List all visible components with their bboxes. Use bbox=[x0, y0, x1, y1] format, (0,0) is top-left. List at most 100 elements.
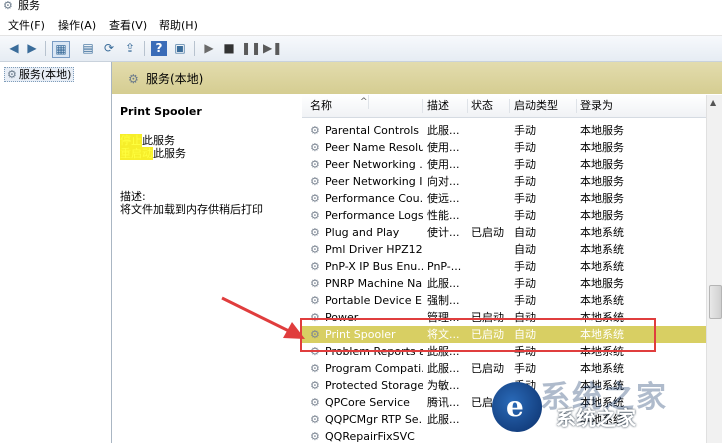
service-description-cell: 使计... bbox=[427, 226, 460, 239]
sort-ascending-icon: ^ bbox=[360, 95, 369, 109]
gear-icon: ⚙ bbox=[310, 396, 320, 409]
gear-icon: ⚙ bbox=[310, 209, 320, 222]
restart-icon[interactable]: ▶❚ bbox=[263, 41, 282, 56]
menu-action[interactable]: 操作(A) bbox=[58, 19, 96, 33]
refresh-icon[interactable]: ⟳ bbox=[101, 41, 117, 56]
start-icon[interactable]: ▶ bbox=[201, 41, 217, 56]
service-description-cell: 腾讯... bbox=[427, 396, 460, 409]
service-name-cell: Parental Controls bbox=[325, 124, 419, 137]
service-name: Print Spooler bbox=[120, 105, 202, 118]
service-name-cell: Program Compati... bbox=[325, 362, 423, 375]
gear-icon: ⚙ bbox=[310, 430, 320, 443]
table-row[interactable]: ⚙ PnP-X IP Bus Enu... PnP-... 手动 本地系统 bbox=[302, 258, 706, 275]
menu-help[interactable]: 帮助(H) bbox=[159, 19, 198, 33]
gear-icon: ⚙ bbox=[128, 72, 139, 86]
service-description-cell: 此服... bbox=[427, 124, 460, 137]
service-description-cell: 使用... bbox=[427, 141, 460, 154]
properties-list-icon[interactable]: ▤ bbox=[80, 41, 96, 56]
service-startup-cell: 手动 bbox=[514, 260, 536, 273]
gear-icon: ⚙ bbox=[310, 362, 320, 375]
service-description-cell: 向对... bbox=[427, 175, 460, 188]
logo-emblem-icon: e bbox=[492, 382, 542, 432]
gear-icon: ⚙ bbox=[310, 158, 320, 171]
show-tree-icon[interactable]: ▦ bbox=[52, 41, 70, 58]
column-header-startup-type[interactable]: 启动类型 bbox=[514, 99, 577, 113]
service-name-cell: Performance Cou... bbox=[325, 192, 423, 205]
gear-icon: ⚙ bbox=[310, 294, 320, 307]
pause-icon[interactable]: ❚❚ bbox=[241, 41, 261, 56]
service-name-cell: Peer Name Resolu... bbox=[325, 141, 423, 154]
service-name-cell: Performance Logs... bbox=[325, 209, 423, 222]
help-icon[interactable]: ? bbox=[151, 41, 167, 56]
service-startup-cell: 手动 bbox=[514, 175, 536, 188]
title-bar: ⚙ 服务 bbox=[0, 0, 722, 16]
column-header-description[interactable]: 描述 bbox=[427, 99, 468, 113]
scrollbar-thumb[interactable] bbox=[709, 285, 722, 319]
service-startup-cell: 手动 bbox=[514, 124, 536, 137]
restart-service-link[interactable]: 重启动 bbox=[120, 147, 153, 160]
watermark-text: 系统之家 bbox=[556, 406, 636, 430]
column-header-log-on-as[interactable]: 登录为 bbox=[580, 99, 670, 113]
forward-arrow-icon[interactable]: ▶ bbox=[24, 41, 40, 56]
table-row[interactable]: ⚙ Performance Logs... 性能... 手动 本地服务 bbox=[302, 207, 706, 224]
table-row[interactable]: ⚙ PNRP Machine Na... 此服... 手动 本地服务 bbox=[302, 275, 706, 292]
service-status-cell: 已启动 bbox=[471, 226, 504, 239]
service-logon-cell: 本地服务 bbox=[580, 175, 624, 188]
gear-icon: ⚙ bbox=[310, 192, 320, 205]
service-name-cell: Protected Storage bbox=[325, 379, 423, 392]
service-startup-cell: 自动 bbox=[514, 243, 536, 256]
service-startup-cell: 手动 bbox=[514, 294, 536, 307]
service-name-cell: QQRepairFixSVC bbox=[325, 430, 415, 443]
description-panel: Print Spooler 停止此服务 重启动此服务 描述: 将文件加载到内存供… bbox=[112, 95, 302, 443]
service-logon-cell: 本地服务 bbox=[580, 209, 624, 222]
service-logon-cell: 本地系统 bbox=[580, 260, 624, 273]
watermark-logo: 系统之家 e 系统之家 bbox=[492, 372, 722, 443]
gear-icon: ⚙ bbox=[310, 413, 320, 426]
table-row[interactable]: ⚙ Parental Controls 此服... 手动 本地服务 bbox=[302, 122, 706, 139]
back-arrow-icon[interactable]: ◀ bbox=[6, 41, 22, 56]
service-description-cell: 此服... bbox=[427, 362, 460, 375]
gear-icon: ⚙ bbox=[310, 124, 320, 137]
main-header-title: 服务(本地) bbox=[146, 72, 204, 86]
service-logon-cell: 本地服务 bbox=[580, 192, 624, 205]
stop-icon[interactable]: ■ bbox=[221, 41, 237, 56]
services-icon: ⚙ bbox=[3, 0, 13, 12]
menu-bar: 文件(F) 操作(A) 查看(V) 帮助(H) bbox=[0, 17, 722, 36]
gear-icon: ⚙ bbox=[310, 260, 320, 273]
table-row[interactable]: ⚙ Plug and Play 使计... 已启动 自动 本地系统 bbox=[302, 224, 706, 241]
scroll-up-icon[interactable]: ▲ bbox=[710, 98, 716, 107]
service-description-cell: 使用... bbox=[427, 158, 460, 171]
table-row[interactable]: ⚙ Peer Networking I... 向对... 手动 本地服务 bbox=[302, 173, 706, 190]
gear-icon: ⚙ bbox=[310, 226, 320, 239]
tree-node-services-local[interactable]: ⚙ 服务(本地) bbox=[4, 67, 75, 82]
table-row[interactable]: ⚙ Peer Name Resolu... 使用... 手动 本地服务 bbox=[302, 139, 706, 156]
gear-icon: ⚙ bbox=[310, 243, 320, 256]
service-logon-cell: 本地服务 bbox=[580, 277, 624, 290]
service-startup-cell: 手动 bbox=[514, 141, 536, 154]
service-description-cell: 此服... bbox=[427, 277, 460, 290]
console-icon[interactable]: ▣ bbox=[172, 41, 188, 56]
service-logon-cell: 本地服务 bbox=[580, 141, 624, 154]
service-name-cell: QQPCMgr RTP Se... bbox=[325, 413, 423, 426]
gear-icon: ⚙ bbox=[310, 141, 320, 154]
table-row[interactable]: ⚙ Performance Cou... 使远... 手动 本地服务 bbox=[302, 190, 706, 207]
table-row[interactable]: ⚙ Peer Networking ... 使用... 手动 本地服务 bbox=[302, 156, 706, 173]
service-logon-cell: 本地系统 bbox=[580, 294, 624, 307]
table-row[interactable]: ⚙ Portable Device E... 强制... 手动 本地系统 bbox=[302, 292, 706, 309]
menu-file[interactable]: 文件(F) bbox=[8, 19, 45, 33]
service-startup-cell: 手动 bbox=[514, 277, 536, 290]
stop-service-link[interactable]: 停止 bbox=[120, 134, 142, 147]
column-header-status[interactable]: 状态 bbox=[471, 99, 510, 113]
table-row[interactable]: ⚙ Pml Driver HPZ12 自动 本地系统 bbox=[302, 241, 706, 258]
menu-view[interactable]: 查看(V) bbox=[109, 19, 147, 33]
service-description-cell: 使远... bbox=[427, 192, 460, 205]
gear-icon: ⚙ bbox=[7, 68, 17, 81]
tree-pane: ⚙ 服务(本地) bbox=[0, 62, 112, 443]
service-startup-cell: 手动 bbox=[514, 192, 536, 205]
service-name-cell: Peer Networking ... bbox=[325, 158, 423, 171]
toolbar: ◀ ▶ ▦ ▤ ⟳ ⇪ ? ▣ ▶ ■ ❚❚ ▶❚ bbox=[0, 36, 722, 62]
description-text: 将文件加载到内存供稍后打印 bbox=[120, 203, 263, 216]
export-list-icon[interactable]: ⇪ bbox=[122, 41, 138, 56]
gear-icon: ⚙ bbox=[310, 379, 320, 392]
service-description-cell: 此服... bbox=[427, 413, 460, 426]
